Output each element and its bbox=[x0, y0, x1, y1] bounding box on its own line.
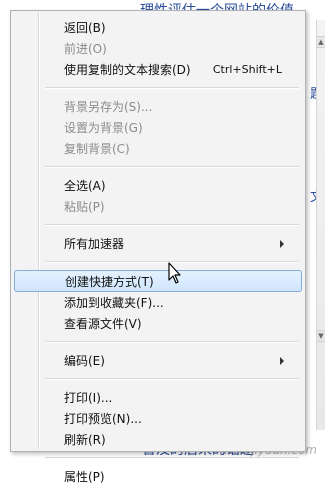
menu-item[interactable]: 属性(P) bbox=[14, 466, 302, 487]
menu-item[interactable]: 返回(B) bbox=[14, 17, 302, 38]
menu-item-label: 属性(P) bbox=[64, 470, 105, 484]
menu-item[interactable]: 复制背景(C) bbox=[14, 138, 302, 159]
menu-item[interactable]: 添加到收藏夹(F)... bbox=[14, 292, 302, 313]
scroll-up-icon[interactable]: ▲ bbox=[317, 36, 325, 48]
menu-separator bbox=[45, 378, 299, 380]
browser-context-menu: 返回(B) 前进(O) 使用复制的文本搜索(D) Ctrl+Shift+L 背景另存为(… bbox=[10, 10, 306, 484]
menu-item-label: 粘贴(P) bbox=[64, 200, 105, 214]
menu-item-label: 刷新(R) bbox=[64, 433, 106, 447]
menu-item[interactable]: 粘贴(P) bbox=[14, 196, 302, 217]
menu-item[interactable]: 打印预览(N)... bbox=[14, 408, 302, 429]
page-scrollbar[interactable] bbox=[316, 20, 325, 430]
menu-item-label: 使用复制的文本搜索(D) bbox=[64, 63, 191, 77]
menu-item[interactable]: 查看源文件(V) bbox=[14, 313, 302, 334]
menu-item[interactable]: 编码(E) bbox=[14, 350, 302, 371]
menu-item-label: 设置为背景(G) bbox=[64, 121, 143, 135]
menu-item-label: 返回(B) bbox=[64, 21, 106, 35]
menu-item[interactable]: 设置为背景(G) bbox=[14, 117, 302, 138]
menu-item-label: 前进(O) bbox=[64, 42, 107, 56]
menu-item-label: 打印预览(N)... bbox=[64, 412, 142, 426]
menu-item-label: 编码(E) bbox=[64, 354, 105, 368]
menu-item[interactable]: 背景另存为(S)... bbox=[14, 96, 302, 117]
menu-item[interactable]: 使用复制的文本搜索(D) Ctrl+Shift+L bbox=[14, 59, 302, 80]
menu-item[interactable]: 全选(A) bbox=[14, 175, 302, 196]
menu-item[interactable]: 刷新(R) bbox=[14, 429, 302, 450]
menu-item-label: 查看源文件(V) bbox=[64, 317, 142, 331]
menu-item-label: 所有加速器 bbox=[64, 237, 125, 251]
menu-item-label: 添加到收藏夹(F)... bbox=[64, 296, 164, 310]
menu-item[interactable]: 所有加速器 bbox=[14, 233, 302, 254]
menu-separator bbox=[45, 166, 299, 168]
menu-separator bbox=[45, 87, 299, 89]
menu-separator bbox=[45, 341, 299, 343]
menu-item-shortcut: Ctrl+Shift+L bbox=[212, 63, 282, 76]
submenu-arrow-icon bbox=[280, 239, 284, 248]
menu-item[interactable]: 创建快捷方式(T) bbox=[14, 270, 302, 292]
menu-item-label: 打印(I)... bbox=[64, 391, 113, 405]
submenu-arrow-icon bbox=[280, 356, 284, 365]
menu-item[interactable]: 前进(O) bbox=[14, 38, 302, 59]
menu-separator bbox=[45, 224, 299, 226]
mouse-pointer-icon bbox=[168, 262, 181, 284]
menu-separator bbox=[45, 457, 299, 459]
menu-item-label: 背景另存为(S)... bbox=[64, 100, 153, 114]
menu-item[interactable]: 打印(I)... bbox=[14, 387, 302, 408]
menu-item-label: 复制背景(C) bbox=[64, 142, 130, 156]
scroll-down-icon[interactable]: ▼ bbox=[317, 330, 325, 342]
menu-item-label: 全选(A) bbox=[64, 179, 106, 193]
